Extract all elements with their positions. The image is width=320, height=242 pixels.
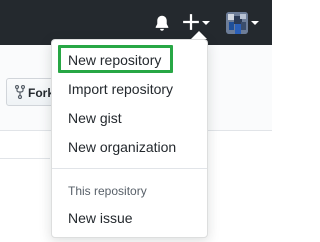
dropdown-caret-inner [191,31,207,39]
menu-section-header: This repository [68,184,147,198]
fork-icon [15,85,25,99]
avatar[interactable] [226,12,248,34]
menu-item-new-issue[interactable]: New issue [68,209,133,227]
menu-item-new-organization[interactable]: New organization [68,138,176,156]
divider [0,158,50,159]
highlight-box [58,45,173,73]
menu-item-new-gist[interactable]: New gist [68,109,122,127]
menu-divider [52,168,207,169]
caret-down-icon[interactable] [251,21,259,25]
bell-icon[interactable] [153,14,171,32]
caret-down-icon[interactable] [202,21,210,25]
menu-item-import-repository[interactable]: Import repository [68,80,173,98]
